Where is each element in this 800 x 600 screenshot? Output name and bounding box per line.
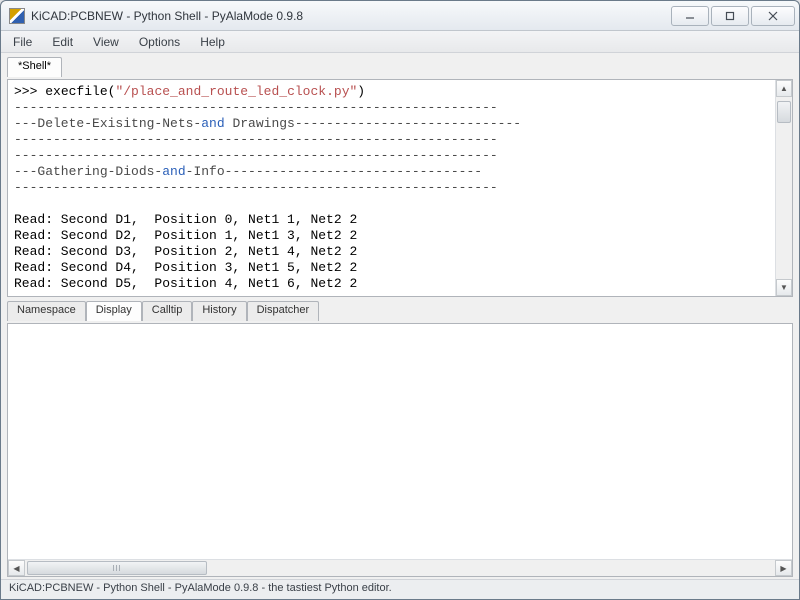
read-line: Read: Second D4, Position 3, Net1 5, Net… [14, 260, 357, 275]
shell-tabs: *Shell* [7, 57, 793, 77]
scroll-up-arrow-icon[interactable]: ▲ [776, 80, 792, 97]
dashline: ----------------------------------------… [14, 132, 498, 147]
window-title: KiCAD:PCBNEW - Python Shell - PyAlaMode … [31, 9, 671, 23]
read-line: Read: Second D5, Position 4, Net1 6, Net… [14, 276, 357, 291]
menu-file[interactable]: File [3, 32, 42, 52]
tab-calltip[interactable]: Calltip [142, 301, 193, 321]
hdr2kw: and [162, 164, 185, 179]
scroll-track[interactable] [776, 97, 792, 279]
tab-shell[interactable]: *Shell* [7, 57, 62, 77]
menu-help[interactable]: Help [190, 32, 235, 52]
tab-display[interactable]: Display [86, 301, 142, 321]
cmd-close: ) [357, 84, 365, 99]
thumb-grip-icon [113, 565, 121, 571]
horizontal-scrollbar[interactable]: ◀ ▶ [8, 559, 792, 576]
read-line: Read: Second D3, Position 2, Net1 4, Net… [14, 244, 357, 259]
scroll-down-arrow-icon[interactable]: ▼ [776, 279, 792, 296]
tab-dispatcher[interactable]: Dispatcher [247, 301, 320, 321]
dashline: ----------------------------------------… [14, 100, 498, 115]
app-window: KiCAD:PCBNEW - Python Shell - PyAlaMode … [0, 0, 800, 600]
close-button[interactable] [751, 6, 795, 26]
status-text: KiCAD:PCBNEW - Python Shell - PyAlaMode … [9, 582, 392, 594]
tab-history[interactable]: History [192, 301, 246, 321]
menu-options[interactable]: Options [129, 32, 190, 52]
scroll-left-arrow-icon[interactable]: ◀ [8, 560, 25, 576]
read-line: Read: Second D1, Position 0, Net1 1, Net… [14, 212, 357, 227]
minimize-button[interactable] [671, 6, 709, 26]
dashline: ----------------------------------------… [14, 180, 498, 195]
read-line: Read: Second D2, Position 1, Net1 3, Net… [14, 228, 357, 243]
menubar: File Edit View Options Help [1, 31, 799, 53]
statusbar: KiCAD:PCBNEW - Python Shell - PyAlaMode … [1, 579, 799, 599]
titlebar[interactable]: KiCAD:PCBNEW - Python Shell - PyAlaMode … [1, 1, 799, 31]
tab-namespace[interactable]: Namespace [7, 301, 86, 321]
bottom-tabs: Namespace Display Calltip History Dispat… [7, 301, 793, 321]
console-output[interactable]: >>> execfile("/place_and_route_led_clock… [8, 80, 775, 296]
menu-edit[interactable]: Edit [42, 32, 83, 52]
hscroll-track[interactable] [25, 560, 775, 576]
vertical-scrollbar[interactable]: ▲ ▼ [775, 80, 792, 296]
hdr1b: Drawings----------------------------- [225, 116, 521, 131]
cmd-fn: execfile [45, 84, 107, 99]
scroll-thumb[interactable] [777, 101, 791, 123]
console-pane: >>> execfile("/place_and_route_led_clock… [7, 79, 793, 297]
display-body[interactable] [8, 324, 792, 559]
hdr1kw: and [201, 116, 224, 131]
display-pane: ◀ ▶ [7, 323, 793, 577]
hdr2b: -Info--------------------------------- [186, 164, 482, 179]
cmd-arg: "/place_and_route_led_clock.py" [115, 84, 357, 99]
window-buttons [671, 6, 795, 26]
maximize-button[interactable] [711, 6, 749, 26]
hscroll-thumb[interactable] [27, 561, 207, 575]
client-area: *Shell* >>> execfile("/place_and_route_l… [1, 53, 799, 579]
app-icon [9, 8, 25, 24]
hdr1a: ---Delete-Exisitng-Nets- [14, 116, 201, 131]
menu-view[interactable]: View [83, 32, 129, 52]
hdr2a: ---Gathering-Diods- [14, 164, 162, 179]
prompt: >>> [14, 84, 45, 99]
scroll-right-arrow-icon[interactable]: ▶ [775, 560, 792, 576]
dashline: ----------------------------------------… [14, 148, 498, 163]
